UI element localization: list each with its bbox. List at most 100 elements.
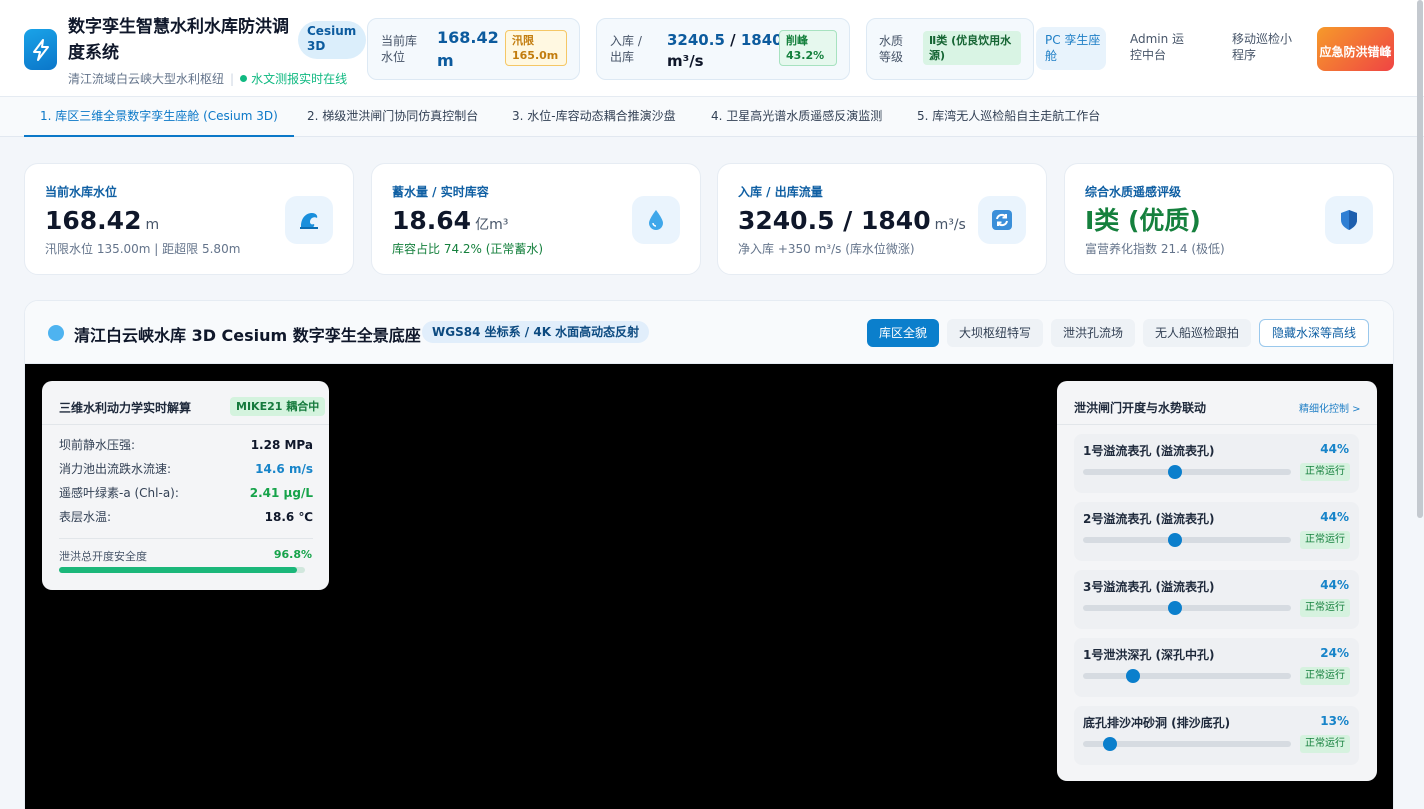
gate-opening-value: 44% xyxy=(1320,578,1349,592)
gate-name: 1号泄洪深孔 (深孔中孔) xyxy=(1083,648,1215,662)
safety-progress-fill xyxy=(59,567,298,573)
header-quality-card: 水质等级 Ⅱ类 (优良饮用水源) xyxy=(866,18,1034,80)
view-spillway-flow-button[interactable]: 泄洪孔流场 xyxy=(1051,319,1135,347)
lightning-logo-icon xyxy=(24,29,57,70)
peak-shaving-badge: 削峰 43.2% xyxy=(779,30,837,66)
shield-icon xyxy=(1325,196,1373,244)
view-boat-follow-button[interactable]: 无人船巡检跟拍 xyxy=(1143,319,1251,347)
header-flow-unit: m³/s xyxy=(667,52,704,70)
header-flow-label: 入库 / 出库 xyxy=(610,34,642,64)
gate-opening-slider[interactable] xyxy=(1083,669,1291,683)
safety-label: 泄洪总开度安全度 xyxy=(59,550,147,563)
page-scrollbar[interactable] xyxy=(1416,0,1424,809)
flood-limit-badge: 汛限 165.0m xyxy=(505,30,567,66)
gate-status-badge: 正常运行 xyxy=(1300,531,1350,549)
gate-opening-value: 44% xyxy=(1320,510,1349,524)
top-header: 数字孪生智慧水利水库防洪调度系统 Cesium 3D 清江流域白云峡大型水利枢纽… xyxy=(0,0,1424,97)
gate-status-badge: 正常运行 xyxy=(1300,463,1350,481)
gate-status-badge: 正常运行 xyxy=(1300,667,1350,685)
slider-knob[interactable] xyxy=(1167,465,1182,479)
kpi-label: 当前水库水位 xyxy=(45,185,118,199)
kpi-sub: 汛限水位 135.00m | 距超限 5.80m xyxy=(45,242,241,256)
emergency-flood-button[interactable]: 应急防洪错峰 xyxy=(1317,27,1394,71)
panel-title: 清江白云峡水库 3D Cesium 数字孪生全景底座 xyxy=(74,326,421,345)
safety-progress-bar xyxy=(59,567,305,573)
kpi-value: 3240.5 / 1840 m³/s xyxy=(738,206,966,235)
header-level-unit: m xyxy=(437,51,454,70)
safety-value: 96.8% xyxy=(273,548,312,561)
gate-status-badge: 正常运行 xyxy=(1300,599,1350,617)
droplet-icon xyxy=(632,196,680,244)
gate-control-card: 泄洪闸门开度与水势联动 精细化控制 > 1号溢流表孔 (溢流表孔) 44% 正常运行… xyxy=(1057,381,1377,781)
gate-name: 3号溢流表孔 (溢流表孔) xyxy=(1083,580,1215,594)
engine-badge: Cesium 3D xyxy=(298,21,366,59)
hydro-row: 消力池出流跌水流速: 14.6 m/s xyxy=(59,462,313,476)
slider-knob[interactable] xyxy=(1167,601,1182,615)
water-quality-badge: Ⅱ类 (优良饮用水源) xyxy=(923,31,1021,65)
nav-mobile-inspection[interactable]: 移动巡检小程序 xyxy=(1232,31,1302,63)
hydro-row: 表层水温: 18.6 ℃ xyxy=(59,510,313,524)
module-tabs: 1. 库区三维全景数字孪生座舱 (Cesium 3D) 2. 梯级泄洪闸门协同仿… xyxy=(0,97,1424,137)
tab-water-quality[interactable]: 4. 卫星高光谱水质遥感反演监测 xyxy=(711,97,882,137)
live-status-text: 水文测报实时在线 xyxy=(251,72,348,86)
slider-knob[interactable] xyxy=(1103,737,1118,751)
header-flow-value: 3240.5 / 1840 xyxy=(667,31,783,49)
basin-name: 清江流域白云峡大型水利枢纽 xyxy=(68,72,225,86)
header-level-label: 当前库水位 xyxy=(381,34,418,64)
gate-row: 1号泄洪深孔 (深孔中孔) 24% 正常运行 xyxy=(1074,638,1359,697)
kpi-sub: 库容占比 74.2% (正常蓄水) xyxy=(392,242,544,256)
app-subtitle: 清江流域白云峡大型水利枢纽 | 水文测报实时在线 xyxy=(68,70,347,87)
view-dam-closeup-button[interactable]: 大坝枢纽特写 xyxy=(947,319,1043,347)
gate-opening-slider[interactable] xyxy=(1083,601,1291,615)
kpi-storage: 蓄水量 / 实时库容 18.64 亿m³ 库容占比 74.2% (正常蓄水) xyxy=(371,163,701,275)
kpi-value: Ⅰ类 (优质) xyxy=(1085,206,1201,235)
tab-3d-cockpit[interactable]: 1. 库区三维全景数字孪生座舱 (Cesium 3D) xyxy=(24,97,294,137)
kpi-label: 入库 / 出库流量 xyxy=(738,185,823,199)
toggle-depth-contour-button[interactable]: 隐藏水深等高线 xyxy=(1259,319,1369,347)
gate-row: 2号溢流表孔 (溢流表孔) 44% 正常运行 xyxy=(1074,502,1359,561)
kpi-sub: 净入库 +350 m³/s (库水位微涨) xyxy=(738,242,915,256)
separator: | xyxy=(230,71,235,86)
gate-row: 3号溢流表孔 (溢流表孔) 44% 正常运行 xyxy=(1074,570,1359,629)
kpi-water-level: 当前水库水位 168.42 m 汛限水位 135.00m | 距超限 5.80m xyxy=(24,163,354,275)
gate-opening-slider[interactable] xyxy=(1083,737,1291,751)
slider-knob[interactable] xyxy=(1125,669,1140,683)
kpi-value: 168.42 m xyxy=(45,206,160,235)
gate-opening-value: 44% xyxy=(1320,442,1349,456)
nav-pc-cockpit[interactable]: PC 孪生座舱 xyxy=(1036,27,1106,70)
tab-unmanned-boat[interactable]: 5. 库湾无人巡检船自主走航工作台 xyxy=(917,97,1100,137)
gate-row: 底孔排沙冲砂洞 (排沙底孔) 13% 正常运行 xyxy=(1074,706,1359,765)
gate-opening-slider[interactable] xyxy=(1083,465,1291,479)
slider-knob[interactable] xyxy=(1167,533,1182,547)
nav-admin-console[interactable]: Admin 运控中台 xyxy=(1130,31,1194,63)
panel-status-dot-icon xyxy=(48,325,64,341)
wave-icon xyxy=(285,196,333,244)
gate-name: 2号溢流表孔 (溢流表孔) xyxy=(1083,512,1215,526)
app-title: 数字孪生智慧水利水库防洪调度系统 xyxy=(68,17,289,63)
header-level-card: 当前库水位 168.42 m 汛限 165.0m xyxy=(367,18,580,80)
gate-opening-value: 13% xyxy=(1320,714,1349,728)
header-flow-card: 入库 / 出库 3240.5 / 1840 m³/s 削峰 43.2% xyxy=(596,18,850,80)
hydro-title: 三维水利动力学实时解算 xyxy=(59,401,192,415)
view-full-reservoir-button[interactable]: 库区全貌 xyxy=(867,319,939,347)
kpi-label: 综合水质遥感评级 xyxy=(1085,185,1182,199)
cesium-3d-viewport[interactable]: 三维水利动力学实时解算 MIKE21 耦合中 坝前静水压强: 1.28 MPa 消… xyxy=(25,364,1393,809)
coordinate-tag: WGS84 坐标系 / 4K 水面高动态反射 xyxy=(422,321,650,343)
gate-opening-value: 24% xyxy=(1320,646,1349,660)
divider xyxy=(42,424,329,425)
kpi-water-quality: 综合水质遥感评级 Ⅰ类 (优质) 富营养化指数 21.4 (极低) xyxy=(1064,163,1394,275)
cesium-3d-panel: 清江白云峡水库 3D Cesium 数字孪生全景底座 WGS84 坐标系 / 4… xyxy=(24,300,1394,809)
fine-control-link[interactable]: 精细化控制 > xyxy=(1299,400,1361,415)
hydro-row: 遥感叶绿素-a (Chl-a): 2.41 μg/L xyxy=(59,486,313,500)
hydrodynamics-card: 三维水利动力学实时解算 MIKE21 耦合中 坝前静水压强: 1.28 MPa 消… xyxy=(42,381,329,590)
mike21-badge: MIKE21 耦合中 xyxy=(230,397,326,416)
kpi-value: 18.64 亿m³ xyxy=(392,206,509,235)
tab-capacity-sandbox[interactable]: 3. 水位-库容动态耦合推演沙盘 xyxy=(512,97,676,137)
kpi-label: 蓄水量 / 实时库容 xyxy=(392,185,489,199)
hydro-row: 坝前静水压强: 1.28 MPa xyxy=(59,438,313,452)
gate-name: 底孔排沙冲砂洞 (排沙底孔) xyxy=(1083,716,1231,730)
gate-opening-slider[interactable] xyxy=(1083,533,1291,547)
tab-gate-control[interactable]: 2. 梯级泄洪闸门协同仿真控制台 xyxy=(307,97,478,137)
scroll-thumb[interactable] xyxy=(1417,0,1423,518)
gate-name: 1号溢流表孔 (溢流表孔) xyxy=(1083,444,1215,458)
